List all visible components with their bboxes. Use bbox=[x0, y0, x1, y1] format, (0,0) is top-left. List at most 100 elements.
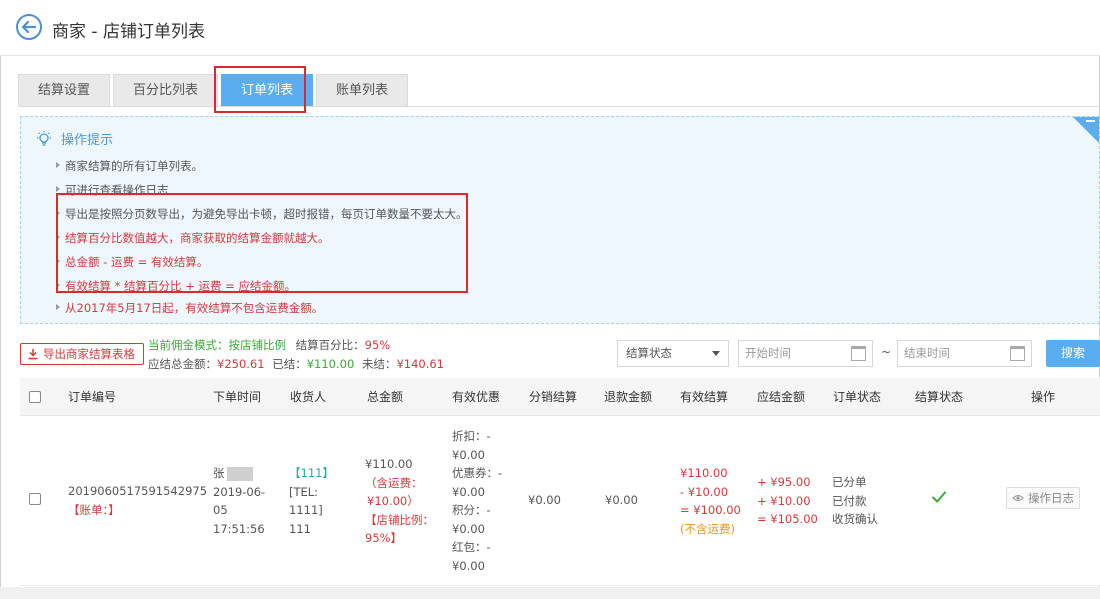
discount-cell: 折扣：- ¥0.00 优惠券：- ¥0.00 积分：- ¥0.00 红包：- ¥… bbox=[452, 427, 502, 575]
receiver-line: 1111] bbox=[289, 503, 323, 517]
receiver-line: [TEL: bbox=[289, 484, 319, 499]
table-header: 订单编号 下单时间 收货人 总金额 有效优惠 分销结算 退款金额 有效结算 应结… bbox=[20, 378, 1100, 416]
discount-line: 优惠券：- bbox=[452, 466, 503, 480]
bottom-strip bbox=[0, 587, 1100, 599]
col-action: 操作 bbox=[1031, 390, 1056, 404]
commission-mode: 当前佣金模式：按店铺比例 bbox=[148, 338, 286, 352]
eye-icon bbox=[1012, 495, 1024, 501]
settled-label: 已结： bbox=[272, 357, 307, 371]
back-arrow-icon[interactable] bbox=[16, 14, 42, 40]
operation-log-button[interactable]: 操作日志 bbox=[1006, 487, 1080, 509]
row-checkbox[interactable] bbox=[29, 493, 41, 505]
settled-value: ¥110.00 bbox=[306, 357, 355, 371]
page-title: 商家 - 店铺订单列表 bbox=[52, 22, 205, 42]
lightbulb-icon bbox=[37, 130, 51, 146]
order-status-cell: 已分单 已付款 收货确认 bbox=[832, 473, 878, 529]
percent-label: 结算百分比： bbox=[295, 338, 365, 352]
end-date-input[interactable]: 结束时间 bbox=[897, 340, 1032, 367]
chevron-down-icon bbox=[712, 351, 720, 356]
effective-line: - ¥10.00 bbox=[680, 484, 729, 499]
select-value: 结算状态 bbox=[626, 346, 672, 360]
buyer-name: 张 bbox=[213, 466, 225, 480]
effective-cell: ¥110.00 - ¥10.00 = ¥100.00 (不含运费) bbox=[680, 464, 741, 538]
time-line: 05 bbox=[213, 503, 228, 517]
download-icon bbox=[28, 349, 38, 360]
tip-item: 总金额 - 运费 = 有效结算。 bbox=[55, 255, 209, 269]
discount-line: ¥0.00 bbox=[452, 484, 485, 499]
start-date-placeholder: 开始时间 bbox=[745, 346, 791, 360]
col-order-no: 订单编号 bbox=[68, 390, 117, 404]
unsettled-value: ¥140.61 bbox=[396, 357, 444, 371]
effective-line: = ¥100.00 bbox=[680, 503, 741, 517]
discount-line: 红包：- bbox=[452, 540, 491, 554]
distribution-cell: ¥0.00 bbox=[528, 493, 561, 507]
select-all-checkbox[interactable] bbox=[29, 391, 41, 403]
tab-order-list[interactable]: 订单列表 bbox=[221, 74, 314, 106]
export-button[interactable]: 导出商家结算表格 bbox=[20, 343, 144, 365]
tab-percentage-list[interactable]: 百分比列表 bbox=[113, 74, 219, 106]
status-line: 已付款 bbox=[832, 493, 867, 508]
effective-line: ¥110.00 bbox=[680, 466, 728, 480]
col-order-status: 订单状态 bbox=[833, 390, 882, 404]
shop-ratio-value: 95%】 bbox=[365, 531, 403, 545]
tip-item: 从2017年5月17日起，有效结算不包含运费金额。 bbox=[55, 301, 324, 315]
discount-line: ¥0.00 bbox=[452, 447, 485, 462]
col-refund: 退款金额 bbox=[604, 390, 653, 404]
receiver-line: 111 bbox=[289, 521, 311, 536]
tips-header: 操作提示 bbox=[35, 129, 113, 148]
export-label: 导出商家结算表格 bbox=[43, 347, 135, 361]
calendar-icon[interactable] bbox=[1010, 346, 1025, 361]
unsettled-label: 未结： bbox=[361, 357, 397, 371]
col-discount: 有效优惠 bbox=[452, 390, 501, 404]
tip-item: 商家结算的所有订单列表。 bbox=[56, 159, 203, 173]
status-line: 收货确认 bbox=[832, 512, 878, 526]
tabs-divider bbox=[18, 106, 1100, 107]
payable-cell: + ¥95.00 + ¥10.00 = ¥105.00 bbox=[757, 473, 818, 529]
col-settle-status: 结算状态 bbox=[915, 390, 964, 404]
end-date-placeholder: 结束时间 bbox=[904, 346, 950, 360]
tip-item: 导出是按照分页数导出，为避免导出卡顿，超时报错，每页订单数量不要太大。 bbox=[56, 207, 468, 221]
freight-note: （含运费： bbox=[365, 475, 423, 490]
no-freight-note: (不含运费) bbox=[680, 521, 735, 536]
col-payable: 应结金额 bbox=[757, 390, 806, 404]
col-total: 总金额 bbox=[367, 390, 404, 404]
payable-line: + ¥10.00 bbox=[757, 493, 811, 508]
collapse-minus-icon bbox=[1086, 120, 1095, 122]
settle-status-select[interactable]: 结算状态 bbox=[617, 340, 729, 367]
total-cell: ¥110.00 （含运费： ¥10.00） 【店铺比例： 95%】 bbox=[365, 455, 434, 548]
table-row: 2019060517591542975 【账单：】 张 2019-06- 05 … bbox=[20, 416, 1100, 586]
start-date-input[interactable]: 开始时间 bbox=[738, 340, 873, 367]
payable-line: = ¥105.00 bbox=[757, 512, 818, 526]
bill-link[interactable]: 【账单：】 bbox=[68, 501, 207, 520]
total-value: ¥250.61 bbox=[217, 357, 265, 371]
calendar-icon[interactable] bbox=[851, 346, 866, 361]
payable-line: + ¥95.00 bbox=[757, 475, 811, 489]
date-separator: ~ bbox=[881, 345, 892, 359]
tab-settlement-settings[interactable]: 结算设置 bbox=[18, 74, 111, 106]
col-effective: 有效结算 bbox=[680, 390, 729, 404]
page-header: 商家 - 店铺订单列表 bbox=[0, 0, 1100, 56]
order-time-cell: 张 2019-06- 05 17:51:56 bbox=[213, 464, 265, 538]
amount-summary: 应结总金额：¥250.61 已结：¥110.00 未结：¥140.61 bbox=[148, 356, 444, 372]
refund-cell: ¥0.00 bbox=[605, 493, 638, 507]
commission-summary: 当前佣金模式：按店铺比例 结算百分比：95% bbox=[148, 337, 390, 353]
freight-value: ¥10.00） bbox=[367, 494, 419, 508]
order-number: 2019060517591542975 bbox=[68, 484, 208, 498]
discount-line: 折扣：- bbox=[452, 429, 491, 443]
shop-ratio: 【店铺比例： bbox=[365, 512, 434, 527]
discount-line: ¥0.00 bbox=[452, 558, 485, 573]
discount-line: 积分：- bbox=[452, 503, 491, 517]
col-receiver: 收货人 bbox=[290, 390, 327, 404]
tips-panel: 操作提示 商家结算的所有订单列表。 可进行查看操作日志 导出是按照分页数导出，为… bbox=[20, 116, 1100, 324]
check-icon bbox=[932, 491, 946, 503]
search-button[interactable]: 搜索 bbox=[1046, 340, 1100, 367]
tip-item: 结算百分比数值越大，商家获取的结算金额就越大。 bbox=[56, 231, 330, 245]
time-line: 2019-06- bbox=[213, 484, 266, 499]
tips-title: 操作提示 bbox=[61, 133, 114, 148]
total-amount: ¥110.00 bbox=[365, 457, 413, 471]
status-line: 已分单 bbox=[832, 475, 867, 489]
tab-bar: 结算设置 百分比列表 订单列表 账单列表 bbox=[18, 74, 411, 106]
total-label: 应结总金额： bbox=[148, 357, 217, 371]
order-number-cell: 2019060517591542975 【账单：】 bbox=[68, 482, 207, 519]
tab-bill-list[interactable]: 账单列表 bbox=[316, 74, 409, 106]
